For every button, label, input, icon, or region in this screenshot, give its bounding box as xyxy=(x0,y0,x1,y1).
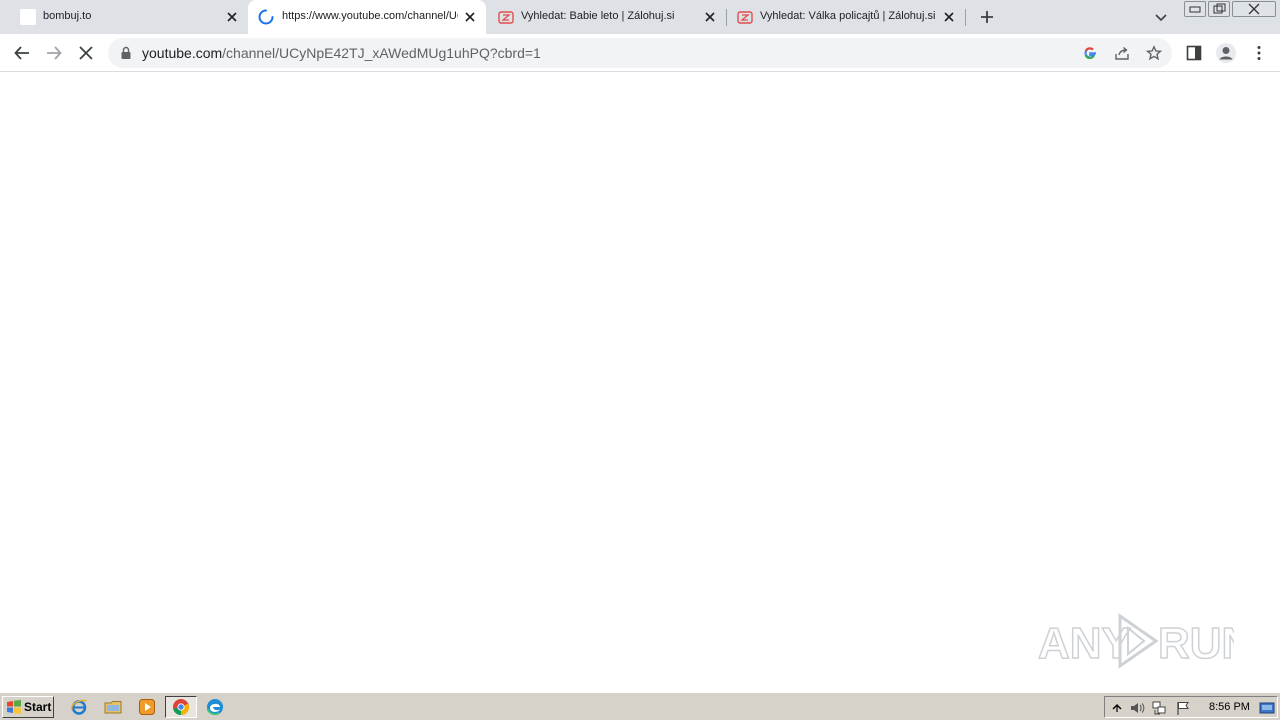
restore-button[interactable] xyxy=(1208,1,1230,17)
google-lens-icon[interactable] xyxy=(1082,45,1098,61)
side-panel-icon[interactable] xyxy=(1185,44,1203,62)
action-center-flag-icon[interactable] xyxy=(1175,700,1191,716)
edge-icon[interactable] xyxy=(206,698,224,716)
url-text[interactable]: youtube.com/channel/UCyNpE42TJ_xAWedMUg1… xyxy=(142,45,541,61)
taskbar: Start 8:56 PM xyxy=(0,692,1280,720)
browser-toolbar: youtube.com/channel/UCyNpE42TJ_xAWedMUg1… xyxy=(0,34,1280,72)
blank-page-icon xyxy=(20,9,36,25)
system-tray: 8:56 PM xyxy=(1104,696,1278,718)
watermark-text-any: ANY xyxy=(1038,619,1131,668)
close-window-icon xyxy=(1248,3,1260,15)
minimize-button[interactable] xyxy=(1184,1,1206,17)
start-label: Start xyxy=(24,700,52,714)
tab-valka-policajtu[interactable]: Vyhledat: Válka policajtů | Zálohuj.si xyxy=(727,0,965,34)
forward-arrow-icon[interactable] xyxy=(45,44,63,62)
show-hidden-icons-icon[interactable] xyxy=(1109,700,1125,716)
minimize-icon xyxy=(1189,6,1201,13)
share-icon[interactable] xyxy=(1114,45,1130,61)
lock-icon[interactable] xyxy=(120,46,132,60)
zalohuj-favicon-icon xyxy=(737,11,753,24)
zalohuj-favicon-icon xyxy=(498,11,514,24)
windows-flag-icon xyxy=(7,700,21,714)
network-icon[interactable] xyxy=(1151,700,1167,716)
watermark-text-run: RUN xyxy=(1158,619,1234,668)
file-explorer-icon[interactable] xyxy=(104,698,122,716)
media-player-icon[interactable] xyxy=(138,698,156,716)
close-tab-icon[interactable] xyxy=(463,10,477,24)
new-tab-icon[interactable] xyxy=(979,9,995,25)
close-tab-icon[interactable] xyxy=(703,10,717,24)
tab-search-chevron-icon[interactable] xyxy=(1154,10,1168,24)
close-window-button[interactable] xyxy=(1232,1,1276,17)
url-path: /channel/UCyNpE42TJ_xAWedMUg1uhPQ?cbrd=1 xyxy=(222,45,541,61)
clock[interactable]: 8:56 PM xyxy=(1209,701,1250,713)
tab-title: bombuj.to xyxy=(43,10,92,22)
tab-title: Vyhledat: Babie leto | Zálohuj.si xyxy=(521,10,675,22)
tab-babie-leto[interactable]: Vyhledat: Babie leto | Zálohuj.si xyxy=(488,0,726,34)
loading-spinner-icon xyxy=(258,9,274,25)
tab-title: Vyhledat: Válka policajtů | Zálohuj.si xyxy=(760,10,936,22)
show-desktop-icon[interactable] xyxy=(1259,700,1275,716)
close-tab-icon[interactable] xyxy=(225,10,239,24)
back-arrow-icon[interactable] xyxy=(13,44,31,62)
tab-bombuj[interactable]: bombuj.to xyxy=(0,0,246,34)
stop-loading-icon[interactable] xyxy=(77,44,95,62)
chrome-icon xyxy=(173,699,189,716)
bookmark-star-icon[interactable] xyxy=(1146,45,1162,61)
screen: bombuj.to https://www.youtube.com/channe… xyxy=(0,0,1280,720)
start-button[interactable]: Start xyxy=(2,696,54,718)
tab-strip: bombuj.to https://www.youtube.com/channe… xyxy=(0,0,1280,34)
more-menu-icon[interactable] xyxy=(1250,44,1268,62)
url-host: youtube.com xyxy=(142,45,223,61)
page-content[interactable] xyxy=(0,72,1280,692)
tab-youtube[interactable]: https://www.youtube.com/channel/UCyNpE42… xyxy=(248,0,486,34)
profile-avatar-icon[interactable] xyxy=(1215,42,1237,64)
address-bar[interactable]: youtube.com/channel/UCyNpE42TJ_xAWedMUg1… xyxy=(108,38,1172,68)
tab-separator xyxy=(965,9,966,26)
tab-title: https://www.youtube.com/channel/UCyNpE42… xyxy=(282,10,458,22)
close-tab-icon[interactable] xyxy=(942,10,956,24)
chrome-taskbar-button[interactable] xyxy=(165,696,197,718)
anyrun-watermark-logo: ANY RUN xyxy=(1038,613,1234,669)
restore-icon xyxy=(1213,3,1226,14)
internet-explorer-icon[interactable] xyxy=(70,698,88,716)
volume-icon[interactable] xyxy=(1129,700,1145,716)
